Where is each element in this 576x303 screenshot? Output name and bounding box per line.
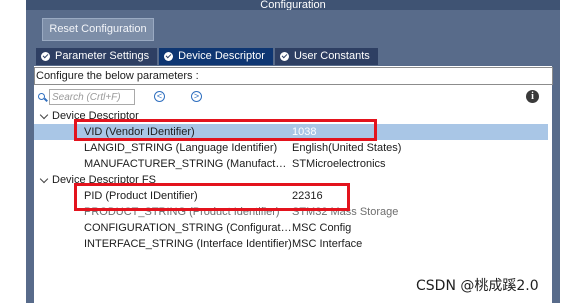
tab-device-descriptor[interactable]: Device Descriptor <box>159 48 273 65</box>
param-row-interface-string[interactable]: INTERFACE_STRING (Interface Identifier) … <box>34 236 548 252</box>
group-device-descriptor[interactable]: Device Descriptor <box>34 108 548 124</box>
param-name: MANUFACTURER_STRING (Manufacturer... <box>84 158 292 170</box>
param-value[interactable]: MSC Interface <box>292 236 362 252</box>
tab-user-constants[interactable]: User Constants <box>274 48 378 65</box>
tab-label: User Constants <box>293 50 370 62</box>
chevron-down-icon[interactable] <box>39 110 49 120</box>
check-circle-icon <box>164 52 174 61</box>
param-name: PRODUCT_STRING (Product Identifier) <box>84 206 280 218</box>
watermark: CSDN @桃成蹊2.0 <box>416 278 539 294</box>
param-value[interactable]: STMicroelectronics <box>292 156 386 172</box>
param-row-pid[interactable]: PID (Product IDentifier) 22316 <box>34 188 548 204</box>
param-name: INTERFACE_STRING (Interface Identifier) <box>84 238 292 250</box>
param-value[interactable]: 1038 <box>292 124 316 140</box>
param-name: PID (Product IDentifier) <box>84 190 198 202</box>
tab-label: Parameter Settings <box>55 50 150 62</box>
param-row-vid[interactable]: VID (Vendor IDentifier) 1038 <box>34 124 548 140</box>
info-icon[interactable]: i <box>526 90 539 103</box>
parameters-panel: Configure the below parameters : < > i D… <box>34 66 553 303</box>
chevron-down-icon[interactable] <box>39 174 49 184</box>
previous-match-icon[interactable]: < <box>154 91 165 102</box>
param-name: VID (Vendor IDentifier) <box>84 126 195 138</box>
configuration-window: Configuration Reset Configuration Parame… <box>26 0 560 303</box>
param-value[interactable]: MSC Config <box>292 220 351 236</box>
tab-parameter-settings[interactable]: Parameter Settings <box>36 48 158 65</box>
search-icon[interactable] <box>38 93 45 100</box>
group-label: Device Descriptor <box>52 110 139 122</box>
tab-bar: Parameter Settings Device Descriptor Use… <box>36 48 380 65</box>
group-device-descriptor-fs[interactable]: Device Descriptor FS <box>34 172 548 188</box>
param-row-manufacturer[interactable]: MANUFACTURER_STRING (Manufacturer... STM… <box>34 156 548 172</box>
param-row-langid[interactable]: LANGID_STRING (Language Identifier) Engl… <box>34 140 548 156</box>
check-circle-icon <box>279 52 289 61</box>
param-row-product-string[interactable]: PRODUCT_STRING (Product Identifier) STM3… <box>34 204 548 220</box>
param-row-configuration-string[interactable]: CONFIGURATION_STRING (Configuration... M… <box>34 220 548 236</box>
search-input[interactable] <box>49 89 135 105</box>
configure-hint: Configure the below parameters : <box>34 67 553 85</box>
param-name: LANGID_STRING (Language Identifier) <box>84 142 278 154</box>
window-title: Configuration <box>26 0 560 10</box>
group-label: Device Descriptor FS <box>52 174 156 186</box>
check-circle-icon <box>41 52 50 61</box>
reset-configuration-button[interactable]: Reset Configuration <box>42 18 154 41</box>
param-name: CONFIGURATION_STRING (Configuration... <box>84 222 292 234</box>
param-value[interactable]: English(United States) <box>292 140 401 156</box>
tab-label: Device Descriptor <box>178 50 265 62</box>
search-toolbar: < > i <box>36 89 550 105</box>
param-value[interactable]: 22316 <box>292 188 323 204</box>
param-value[interactable]: STM32 Mass Storage <box>292 204 398 220</box>
next-match-icon[interactable]: > <box>191 91 202 102</box>
